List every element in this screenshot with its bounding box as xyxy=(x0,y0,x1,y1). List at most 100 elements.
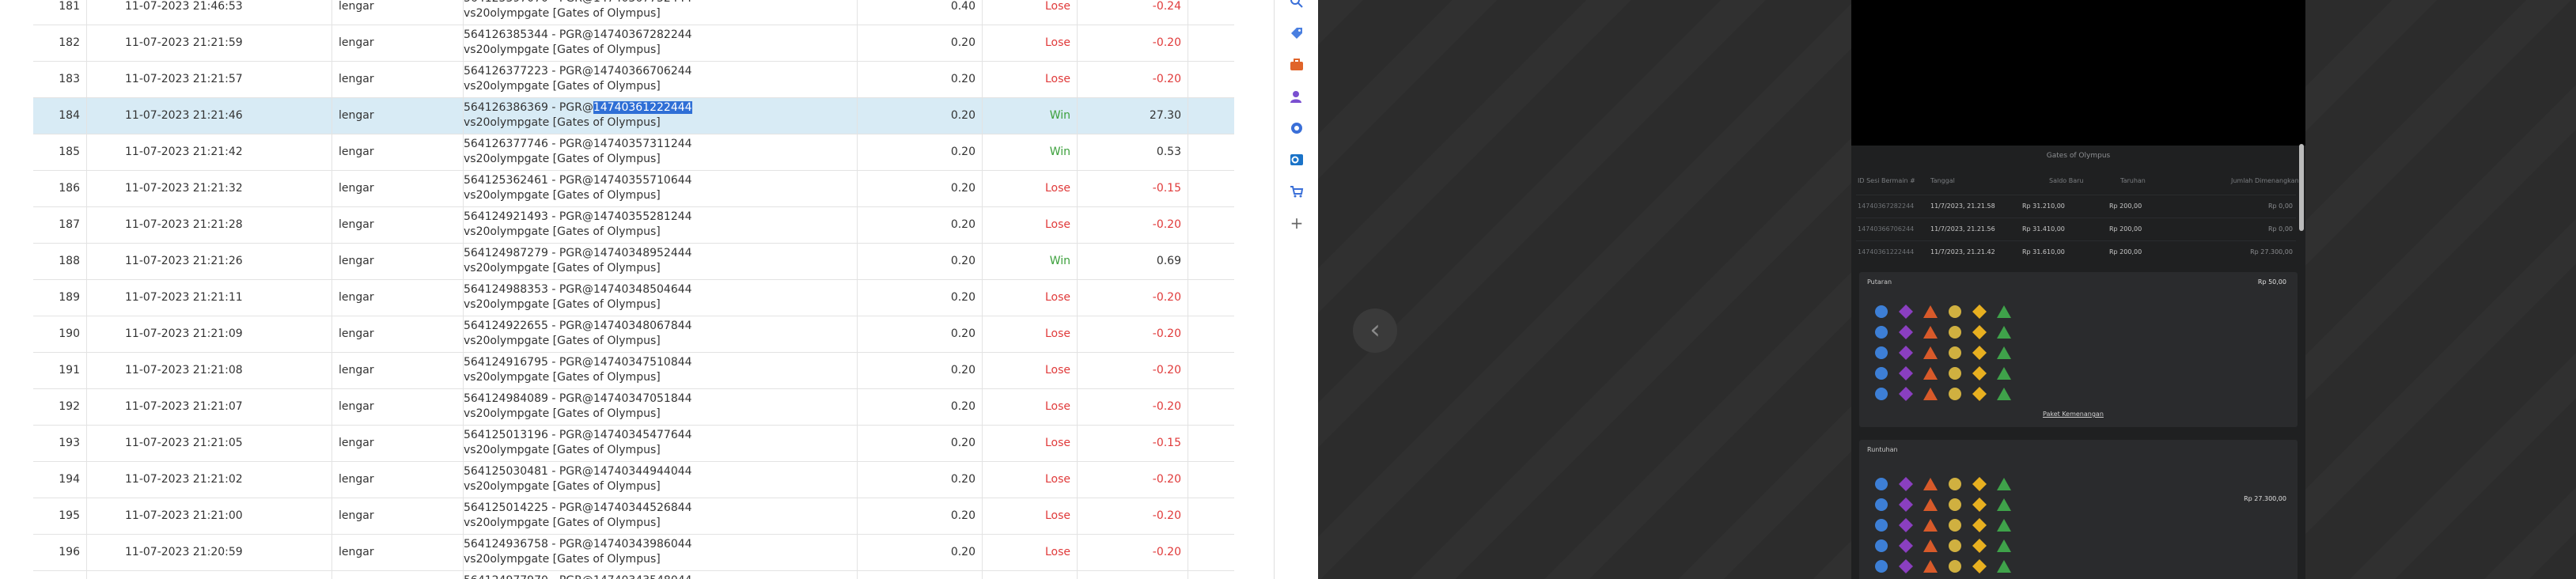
gem-symbol-icon xyxy=(1873,304,1889,320)
row-bet: 0.20 xyxy=(858,280,983,316)
row-bet: 0.20 xyxy=(858,134,983,170)
row-result: Win xyxy=(983,134,1078,170)
gem-symbol-icon xyxy=(1923,497,1938,513)
table-row[interactable]: 188 11-07-2023 21:21:26 lengar 564124987279… xyxy=(33,244,1234,280)
table-row[interactable]: 190 11-07-2023 21:21:09 lengar 564124922655… xyxy=(33,316,1234,353)
spin-card: Putaran Rp 50,00 xyxy=(1859,272,2298,427)
row-result: Lose xyxy=(983,462,1078,498)
table-row[interactable]: 185 11-07-2023 21:21:42 lengar 564126377746… xyxy=(33,134,1234,171)
extension-toolbar: + xyxy=(1274,0,1319,579)
row-result: Lose xyxy=(983,535,1078,570)
row-reference: 564124988353 - PGR@14740348504644 vs20oly… xyxy=(464,280,858,316)
briefcase-icon[interactable] xyxy=(1289,57,1305,73)
table-row[interactable]: 19711-07-2023 21:20:58lengar564124977970… xyxy=(33,571,1234,579)
selected-text[interactable]: 14740361222444 xyxy=(593,101,692,114)
row-winloss: -0.20 xyxy=(1078,462,1188,498)
row-bet: 0.20 xyxy=(858,25,983,61)
gem-symbol-icon xyxy=(1898,538,1914,554)
gear-icon[interactable] xyxy=(1289,120,1305,136)
game-name: vs20olympgate [Gates of Olympus] xyxy=(464,80,661,93)
gem-symbol-icon xyxy=(1923,345,1938,361)
ref-id: 564124921493 - PGR@14740355281244 xyxy=(464,210,692,223)
table-row[interactable]: 191 11-07-2023 21:21:08 lengar 564124916795… xyxy=(33,353,1234,389)
row-result: Lose xyxy=(983,389,1078,425)
row-result: Lose xyxy=(983,207,1078,243)
gem-symbol-icon xyxy=(1898,365,1914,381)
ref-id: 564125362461 - PGR@14740355710644 xyxy=(464,174,692,187)
prev-image-button[interactable]: ‹ xyxy=(1353,308,1397,353)
bet-history-panel: 18111-07-2023 21:46:53lengar564125397070… xyxy=(0,0,1234,579)
table-row[interactable]: 18111-07-2023 21:46:53lengar564125397070… xyxy=(33,0,1234,25)
row-reference: 564124987279 - PGR@14740348952444 vs20oly… xyxy=(464,244,858,279)
row-number: 194 xyxy=(33,462,87,498)
game-name: vs20olympgate [Gates of Olympus] xyxy=(464,371,661,384)
ref-id: 564125030481 - PGR@14740344944044 xyxy=(464,465,692,478)
row-winloss: -0.20 xyxy=(1078,498,1188,534)
history-date: 11/7/2023, 21.21.58 xyxy=(1930,202,1995,210)
table-row[interactable]: 192 11-07-2023 21:21:07 lengar 564124984089… xyxy=(33,389,1234,426)
table-row[interactable]: 189 11-07-2023 21:21:11 lengar 564124988353… xyxy=(33,280,1234,316)
row-date: 11-07-2023 21:21:05 xyxy=(87,426,332,461)
game-name: vs20olympgate [Gates of Olympus] xyxy=(464,44,661,56)
row-number: 182 xyxy=(33,25,87,61)
table-row[interactable]: 187 11-07-2023 21:21:28 lengar 564124921493… xyxy=(33,207,1234,244)
row-user: lengar xyxy=(332,353,464,388)
gem-symbol-icon xyxy=(1972,476,1987,492)
gem-symbol-icon xyxy=(1923,304,1938,320)
gem-symbol-icon xyxy=(1947,345,1963,361)
row-winloss: -0.20 xyxy=(1078,571,1188,579)
table-row[interactable]: 196 11-07-2023 21:20:59 lengar 564124936758… xyxy=(33,535,1234,571)
history-row[interactable]: 14740367282244 11/7/2023, 21.21.58 Rp 31.2… xyxy=(1856,195,2296,218)
tag-icon[interactable] xyxy=(1289,25,1305,41)
gem-symbol-icon xyxy=(1972,497,1987,513)
game-name: vs20olympgate [Gates of Olympus] xyxy=(464,407,661,420)
row-user: lengar xyxy=(332,244,464,279)
table-row[interactable]: 184 11-07-2023 21:21:46 lengar 564126386369… xyxy=(33,98,1234,134)
row-balance: 0.00 xyxy=(1188,498,1234,534)
tumble-card: Runtuhan Rp 27.300,00 xyxy=(1859,440,2298,579)
row-reference: 564126377223 - PGR@14740366706244 vs20oly… xyxy=(464,62,858,97)
spin-card-title: Putaran xyxy=(1867,278,1892,286)
gem-symbol-icon xyxy=(1923,324,1938,340)
ref-id: 564124977970 - PGR@14740343548044 xyxy=(464,573,857,579)
search-icon[interactable] xyxy=(1289,0,1305,9)
table-row[interactable]: 195 11-07-2023 21:21:00 lengar 564125014225… xyxy=(33,498,1234,535)
add-icon[interactable]: + xyxy=(1289,215,1305,231)
history-row[interactable]: 14740366706244 11/7/2023, 21.21.56 Rp 31.4… xyxy=(1856,218,2296,240)
row-number: 189 xyxy=(33,280,87,316)
ref-id: 564126386369 - PGR@ xyxy=(464,101,593,114)
user-icon[interactable] xyxy=(1289,89,1305,104)
gem-symbol-icon xyxy=(1947,497,1963,513)
history-header-date: Tanggal xyxy=(1930,177,1955,184)
gem-symbol-icon xyxy=(1923,365,1938,381)
gem-symbol-icon xyxy=(1898,517,1914,533)
gem-symbol-icon xyxy=(1923,476,1938,492)
cart-icon[interactable] xyxy=(1289,184,1305,199)
row-number: 181 xyxy=(33,0,87,25)
row-date: 11-07-2023 21:21:02 xyxy=(87,462,332,498)
row-reference: 564124921493 - PGR@14740355281244 vs20oly… xyxy=(464,207,858,243)
row-result: Lose xyxy=(983,25,1078,61)
row-number: 192 xyxy=(33,389,87,425)
table-row[interactable]: 186 11-07-2023 21:21:32 lengar 564125362461… xyxy=(33,171,1234,207)
table-row[interactable]: 193 11-07-2023 21:21:05 lengar 564125013196… xyxy=(33,426,1234,462)
row-user: lengar xyxy=(332,98,464,134)
row-date: 11-07-2023 21:21:11 xyxy=(87,280,332,316)
table-row[interactable]: 182 11-07-2023 21:21:59 lengar 564126385344… xyxy=(33,25,1234,62)
row-reference: 564125030481 - PGR@14740344944044 vs20oly… xyxy=(464,462,858,498)
row-reference: 564124922655 - PGR@14740348067844 vs20oly… xyxy=(464,316,858,352)
gem-symbol-icon xyxy=(1923,538,1938,554)
row-winloss: -0.15 xyxy=(1078,426,1188,461)
win-package-link[interactable]: Paket Kemenangan xyxy=(2043,411,2104,418)
history-row[interactable]: 14740361222444 11/7/2023, 21.21.42 Rp 31.6… xyxy=(1856,240,2296,263)
gem-symbol-icon xyxy=(1873,345,1889,361)
row-date: 11-07-2023 21:46:53 xyxy=(87,0,332,25)
table-row[interactable]: 194 11-07-2023 21:21:02 lengar 564125030481… xyxy=(33,462,1234,498)
row-result: Lose xyxy=(983,280,1078,316)
history-session-id: 14740361222444 xyxy=(1858,248,1915,255)
outlook-icon[interactable] xyxy=(1289,152,1305,168)
row-user: lengar xyxy=(332,280,464,316)
row-balance: 0.00 xyxy=(1188,571,1234,579)
gem-symbol-icon xyxy=(1873,386,1889,402)
table-row[interactable]: 183 11-07-2023 21:21:57 lengar 564126377223… xyxy=(33,62,1234,98)
